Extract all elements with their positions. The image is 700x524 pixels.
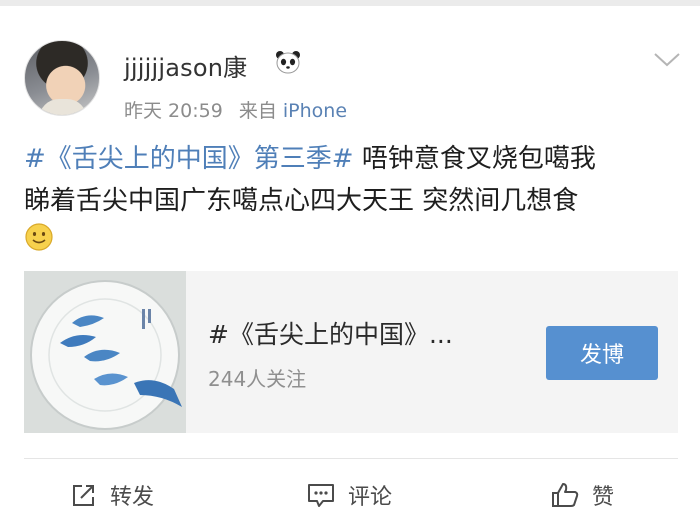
repost-label: 转发: [110, 485, 155, 510]
share-icon: [73, 485, 94, 506]
repost-button[interactable]: 转发: [70, 478, 154, 512]
post-source[interactable]: iPhone: [283, 100, 347, 122]
divider: [24, 458, 678, 459]
weibo-post-card: jjjjjjason康 昨天 20:59 来自 iPhone #《舌尖上的中国》…: [0, 6, 700, 524]
like-button[interactable]: 赞: [550, 478, 614, 512]
comment-icon: [308, 484, 334, 507]
smile-emoji-icon: [25, 223, 53, 251]
topic-followers: 244人关注: [208, 367, 307, 391]
comment-label: 评论: [348, 485, 393, 510]
post-topic-button[interactable]: 发博: [546, 326, 658, 380]
post-text-line1: 唔钟意食叉烧包噶我: [353, 144, 596, 174]
comment-button[interactable]: 评论: [306, 478, 392, 512]
post-body: #《舌尖上的中国》第三季# 唔钟意食叉烧包噶我 睇着舌尖中国广东噶点心四大天王 …: [24, 138, 674, 222]
fish-plate-image: [24, 271, 186, 433]
topic-title[interactable]: #《舌尖上的中国》...: [208, 315, 453, 351]
source-prefix: 来自: [238, 100, 277, 122]
like-label: 赞: [592, 485, 615, 510]
chevron-down-icon[interactable]: [652, 50, 682, 70]
avatar[interactable]: [24, 40, 100, 116]
avatar-shirt: [39, 99, 87, 115]
topic-card[interactable]: #《舌尖上的中国》... 244人关注 发博: [24, 271, 678, 433]
thumbs-up-icon: [552, 483, 579, 507]
username[interactable]: jjjjjjason康: [124, 48, 247, 83]
panda-icon: [276, 51, 300, 74]
topic-hashtag-link[interactable]: #《舌尖上的中国》第三季#: [24, 144, 354, 174]
post-time: 昨天 20:59: [124, 100, 223, 122]
post-text-line2: 睇着舌尖中国广东噶点心四大天王 突然间几想食: [24, 186, 579, 216]
post-meta: 昨天 20:59 来自 iPhone: [124, 96, 347, 123]
